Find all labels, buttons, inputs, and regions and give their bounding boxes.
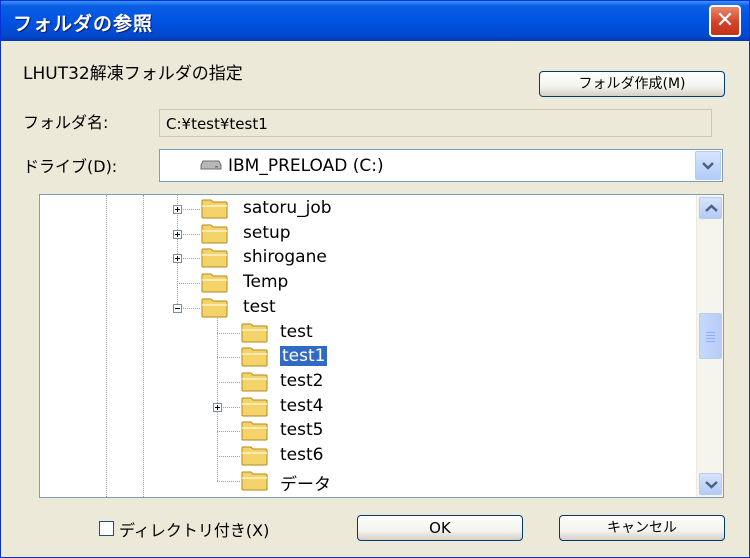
chevron-down-icon bbox=[702, 162, 714, 170]
drive-select[interactable]: IBM_PRELOAD (C:) bbox=[159, 149, 723, 182]
folder-name-field[interactable]: C:¥test¥test1 bbox=[159, 109, 712, 137]
tree-connector-line bbox=[217, 357, 240, 359]
drive-value: IBM_PRELOAD (C:) bbox=[228, 156, 384, 176]
close-icon: ✕ bbox=[715, 8, 735, 33]
folder-tree[interactable]: satoru_jobsetup shirogane Temp test test test… bbox=[39, 194, 724, 498]
directory-checkbox-label[interactable]: ディレクトリ付き(X) bbox=[119, 517, 269, 541]
close-button[interactable]: ✕ bbox=[709, 5, 741, 37]
cancel-button[interactable]: キャンセル bbox=[559, 515, 725, 541]
tree-item-label[interactable]: test6 bbox=[280, 445, 323, 465]
folder-icon bbox=[200, 297, 230, 319]
directory-checkbox[interactable] bbox=[99, 521, 114, 536]
expand-icon[interactable] bbox=[173, 229, 182, 239]
tree-connector-line bbox=[217, 456, 240, 457]
tree-connector-line bbox=[217, 431, 240, 433]
chevron-down-icon bbox=[705, 481, 718, 489]
drive-dropdown-button[interactable] bbox=[695, 151, 721, 180]
expand-icon[interactable] bbox=[173, 205, 182, 214]
tree-item-label[interactable]: test4 bbox=[280, 396, 323, 416]
tree-item-label[interactable]: test bbox=[280, 322, 313, 342]
folder-name-label: フォルダ名: bbox=[23, 113, 109, 132]
tree-connector-line bbox=[217, 480, 240, 482]
folder-icon bbox=[200, 272, 230, 294]
scroll-down-button[interactable] bbox=[699, 473, 722, 495]
tree-item-label-selected[interactable]: test1 bbox=[280, 346, 328, 367]
tree-connector-line bbox=[217, 381, 240, 383]
folder-browse-dialog: フォルダの参照 ✕ LHUT32解凍フォルダの指定 フォルダ作成(M) フォルダ… bbox=[0, 0, 750, 558]
chevron-up-icon bbox=[705, 204, 718, 212]
window-title: フォルダの参照 bbox=[13, 13, 154, 35]
folder-icon bbox=[200, 198, 230, 220]
folder-icon bbox=[200, 247, 230, 269]
tree-connector-line bbox=[217, 332, 240, 334]
tree-item-label[interactable]: test5 bbox=[280, 420, 323, 440]
tree-item-label[interactable]: setup bbox=[243, 223, 291, 243]
title-bar[interactable]: フォルダの参照 ✕ bbox=[1, 1, 749, 41]
tree-connector-line bbox=[106, 195, 107, 497]
folder-icon bbox=[240, 470, 270, 492]
tree-connector-line bbox=[143, 195, 144, 497]
tree-item-label[interactable]: データ bbox=[280, 470, 331, 495]
tree-item-label[interactable]: shirogane bbox=[243, 247, 327, 267]
tree-item-label[interactable]: test2 bbox=[280, 371, 323, 391]
scroll-up-button[interactable] bbox=[699, 197, 722, 219]
folder-icon bbox=[240, 371, 270, 393]
tree-item-label[interactable]: test bbox=[243, 297, 276, 317]
tree-item-label[interactable]: satoru_job bbox=[243, 198, 332, 218]
tree-connector-line bbox=[177, 283, 200, 285]
expand-icon[interactable] bbox=[173, 254, 182, 264]
folder-icon bbox=[200, 223, 230, 245]
drive-icon bbox=[200, 160, 222, 170]
scroll-thumb[interactable] bbox=[699, 313, 722, 359]
dialog-description: LHUT32解凍フォルダの指定 bbox=[23, 64, 243, 84]
ok-button[interactable]: OK bbox=[357, 515, 523, 541]
folder-icon bbox=[240, 420, 270, 442]
drive-label: ドライブ(D): bbox=[23, 157, 118, 176]
folder-icon bbox=[240, 445, 270, 467]
folder-icon bbox=[240, 322, 270, 344]
tree-item-label[interactable]: Temp bbox=[243, 272, 288, 292]
folder-icon bbox=[240, 396, 270, 418]
collapse-icon[interactable] bbox=[173, 303, 182, 313]
expand-icon[interactable] bbox=[213, 402, 222, 412]
create-folder-button[interactable]: フォルダ作成(M) bbox=[539, 71, 725, 97]
tree-scrollbar[interactable] bbox=[696, 195, 723, 497]
folder-open-icon bbox=[240, 346, 270, 368]
